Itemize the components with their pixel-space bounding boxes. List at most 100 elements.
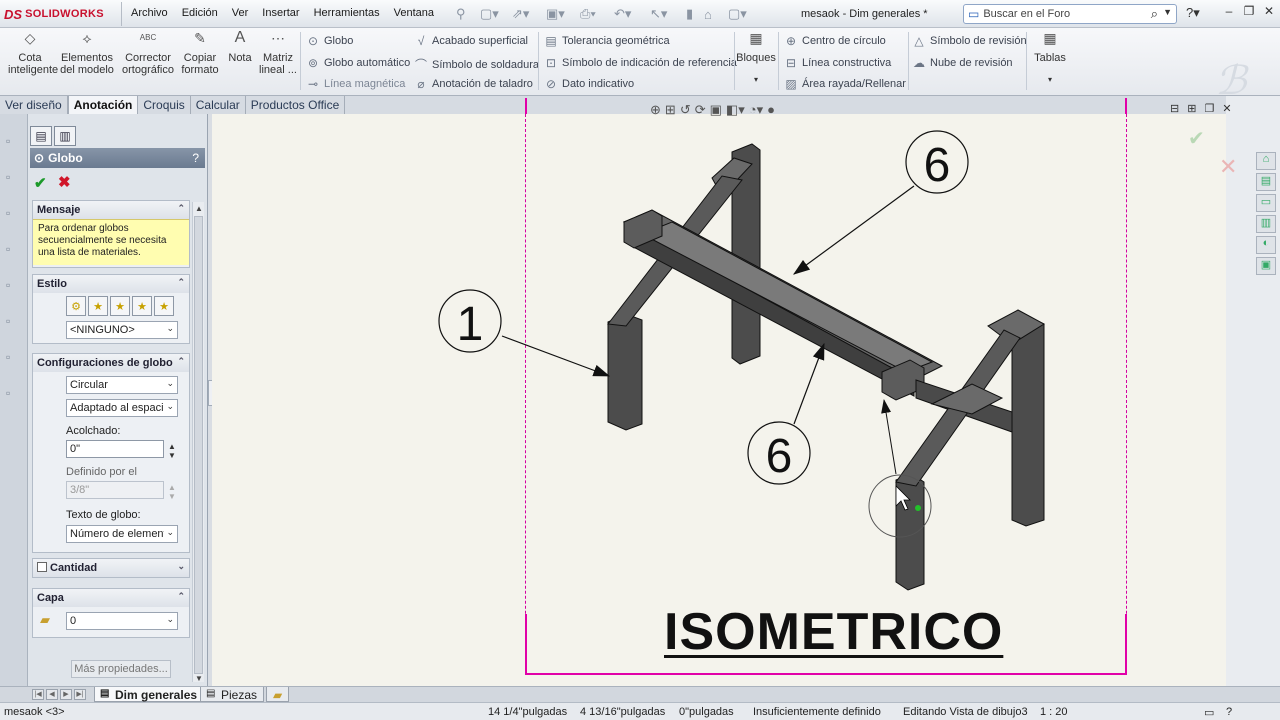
balloon-button[interactable]: ⊙ Globo xyxy=(306,34,353,48)
close-icon[interactable]: ✕ xyxy=(1222,102,1231,115)
defined-by-input[interactable]: 3/8" xyxy=(66,481,164,499)
cantidad-group-header[interactable]: Cantidad ⌄ xyxy=(33,559,189,577)
property-manager-tab-icon[interactable]: ▥ xyxy=(54,126,76,146)
menu-edicion[interactable]: Edición xyxy=(182,7,218,19)
padding-input[interactable]: 0" xyxy=(66,440,164,458)
help-icon[interactable]: ?▾ xyxy=(1186,5,1200,21)
surface-finish-button[interactable]: √ Acabado superficial xyxy=(414,34,528,48)
section-view-icon[interactable]: ▣ xyxy=(710,102,722,118)
design-library-icon[interactable]: ▤ xyxy=(1256,173,1276,191)
area-hatch-button[interactable]: ▨ Área rayada/Rellenar xyxy=(784,77,906,91)
scrollbar-thumb[interactable] xyxy=(194,216,203,674)
add-sheet-tab[interactable]: ▰ xyxy=(266,687,290,702)
chevron-down-icon[interactable]: ▾ xyxy=(736,74,776,86)
display-style-icon[interactable]: ◧▾ xyxy=(726,102,745,118)
drawing-canvas[interactable]: 1 6 6 ⊕ ⊞ ↺ ⟳ ▣ ◧▾ ◔▾ ● ISOMETRICO xyxy=(212,98,1226,686)
next-sheet-icon[interactable]: ▶ xyxy=(60,689,72,700)
chevron-down-icon[interactable]: ▾ xyxy=(1030,74,1070,86)
load-style-icon[interactable]: ★ xyxy=(154,296,174,316)
minimize-icon[interactable]: – xyxy=(1220,4,1238,22)
view-palette-icon[interactable]: ▥ xyxy=(1256,215,1276,233)
file-properties-icon[interactable]: ⌂ xyxy=(704,5,712,23)
file-explorer-icon[interactable]: ▭ xyxy=(1256,194,1276,212)
tab-croquis[interactable]: Croquis xyxy=(138,96,191,114)
split-view-icon[interactable]: ⊟ xyxy=(1170,102,1179,115)
solidworks-logo[interactable]: DS SOLIDWORKS xyxy=(4,4,118,24)
ok-icon[interactable]: ✔ xyxy=(34,174,47,192)
model-items-button[interactable]: ⟡ Elementos del modelo xyxy=(58,31,116,76)
custom-properties-icon[interactable]: ▣ xyxy=(1256,257,1276,275)
status-rebuild-icon[interactable]: ▭ xyxy=(1204,706,1214,719)
toolbar-tool-icon[interactable]: ▫ xyxy=(6,350,22,366)
sheet-tab-piezas[interactable]: ▤ Piezas xyxy=(200,687,265,702)
datum-target-button[interactable]: ⊘ Dato indicativo xyxy=(544,77,634,91)
zoom-area-icon[interactable]: ⊞ xyxy=(665,102,676,118)
expand-icon[interactable]: ⌄ xyxy=(177,561,185,572)
hide-show-icon[interactable]: ◔▾ xyxy=(749,102,763,118)
tab-calcular[interactable]: Calcular xyxy=(191,96,246,114)
scroll-down-icon[interactable]: ▼ xyxy=(195,674,203,683)
search-icon[interactable]: ⌕ xyxy=(1151,6,1158,22)
menu-ver[interactable]: Ver xyxy=(232,7,249,19)
sheet-tab-dim-generales[interactable]: ▤ Dim generales xyxy=(94,687,205,702)
style-select[interactable]: <NINGUNO> ⌄ xyxy=(66,321,178,339)
previous-sheet-icon[interactable]: ◀ xyxy=(46,689,58,700)
toolbar-tool-icon[interactable]: ▫ xyxy=(6,134,22,150)
confirm-ok-icon[interactable]: ✔ xyxy=(1188,126,1205,151)
split-view-icon[interactable]: ⊞ xyxy=(1187,102,1196,115)
tab-anotacion[interactable]: Anotación xyxy=(67,96,139,114)
toolbar-tool-icon[interactable]: ▫ xyxy=(6,386,22,402)
select-icon[interactable]: ↖▾ xyxy=(650,5,667,23)
first-sheet-icon[interactable]: |◀ xyxy=(32,689,44,700)
toolbar-tool-icon[interactable]: ▫ xyxy=(6,314,22,330)
spinner-icon[interactable]: ▲ ▼ xyxy=(168,483,178,501)
cancel-icon[interactable]: ✖ xyxy=(58,173,71,191)
collapse-icon[interactable]: ⌃ xyxy=(177,203,185,214)
revision-symbol-button[interactable]: △ Símbolo de revisión xyxy=(912,34,1026,48)
save-style-icon[interactable]: ★ xyxy=(132,296,152,316)
linear-pattern-button[interactable]: ⋯ Matriz lineal ... xyxy=(256,31,300,76)
new-document-icon[interactable]: ▢▾ xyxy=(480,5,499,23)
toolbar-tool-icon[interactable]: ▫ xyxy=(6,170,22,186)
confirm-cancel-icon[interactable]: ✕ xyxy=(1219,154,1237,180)
blocks-button[interactable]: ▦ Bloques ▾ xyxy=(736,31,776,86)
layer-select[interactable]: 0 ⌄ xyxy=(66,612,178,630)
rebuild-icon[interactable]: ▮ xyxy=(686,5,693,23)
mensaje-group-header[interactable]: Mensaje ⌃ xyxy=(33,201,189,219)
toolbar-tool-icon[interactable]: ▫ xyxy=(6,278,22,294)
balloon-1[interactable]: 1 xyxy=(438,289,611,377)
options-icon[interactable]: ▢▾ xyxy=(728,5,747,23)
search-box[interactable]: ▭ Buscar en el Foro ⌕ ▼ xyxy=(963,4,1177,24)
menu-archivo[interactable]: Archivo xyxy=(131,7,168,19)
undo-icon[interactable]: ↶▾ xyxy=(614,5,631,23)
toolbar-tool-icon[interactable]: ▫ xyxy=(6,242,22,258)
close-icon[interactable]: ✕ xyxy=(1260,4,1278,22)
appearance-icon[interactable]: ● xyxy=(767,102,775,118)
print-icon[interactable]: ⎙▾ xyxy=(580,5,596,23)
rebuild-view-icon[interactable]: ⟳ xyxy=(695,102,706,118)
capa-group-header[interactable]: Capa ⌃ xyxy=(33,589,189,607)
balloon-text-select[interactable]: Número de elemento ⌄ xyxy=(66,525,178,543)
apply-style-icon[interactable]: ⚙ xyxy=(66,296,86,316)
spell-check-button[interactable]: ABC Corrector ortográfico xyxy=(120,32,176,76)
collapse-icon[interactable]: ⌃ xyxy=(177,277,185,288)
tables-button[interactable]: ▦ Tablas ▾ xyxy=(1030,31,1070,86)
smart-dimension-button[interactable]: ◇ Cota inteligente xyxy=(8,31,58,76)
isometric-table-drawing[interactable]: 1 6 6 xyxy=(212,114,1226,686)
menu-herramientas[interactable]: Herramientas xyxy=(314,7,380,19)
menu-ventana[interactable]: Ventana xyxy=(394,7,434,19)
tab-ver-diseno[interactable]: Ver diseño xyxy=(0,96,68,114)
center-mark-button[interactable]: ⊕ Centro de círculo xyxy=(784,34,886,48)
restore-icon[interactable]: ❐ xyxy=(1204,102,1214,115)
balloon-6-bottom[interactable]: 6 xyxy=(747,342,825,485)
hole-callout-button[interactable]: ⌀ Anotación de taladro xyxy=(414,77,533,91)
status-quick-tips-icon[interactable]: ? xyxy=(1226,706,1232,718)
estilo-group-header[interactable]: Estilo ⌃ xyxy=(33,275,189,293)
appearances-icon[interactable]: ◐ xyxy=(1256,236,1276,254)
centerline-button[interactable]: ⊟ Línea constructiva xyxy=(784,56,891,70)
add-style-icon[interactable]: ★ xyxy=(88,296,108,316)
menu-insertar[interactable]: Insertar xyxy=(262,7,299,19)
balloon-style-select[interactable]: Circular ⌄ xyxy=(66,376,178,394)
pin-icon[interactable]: ⚲ xyxy=(456,5,466,23)
zoom-to-fit-icon[interactable]: ⊕ xyxy=(650,102,661,118)
